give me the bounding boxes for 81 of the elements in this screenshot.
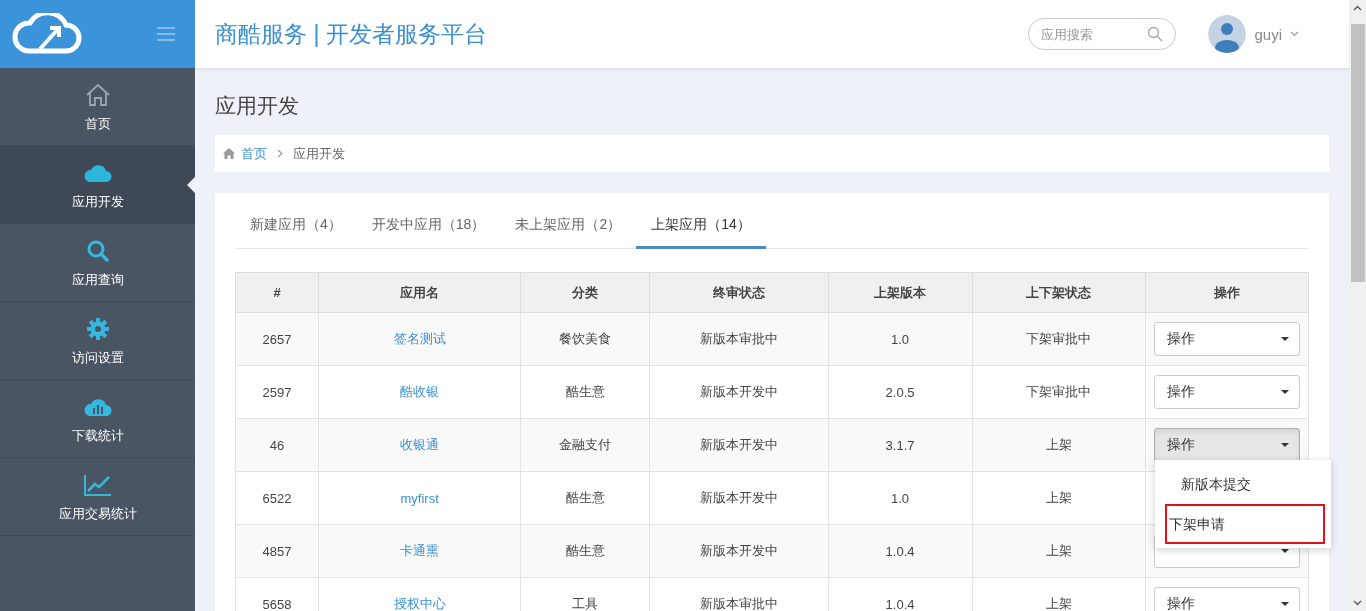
action-dropdown[interactable]: 操作: [1153, 375, 1300, 409]
line-chart-icon: [83, 473, 112, 496]
home-icon: [84, 81, 111, 108]
table-cell: 2.0.5: [828, 365, 973, 419]
chevron-right-icon: [277, 149, 283, 158]
active-pointer: [187, 177, 195, 193]
cloud-chart-icon: [83, 396, 112, 417]
table-cell: 1.0: [828, 471, 973, 525]
column-header: #: [235, 272, 319, 313]
caret-icon: [1280, 443, 1289, 447]
search-icon[interactable]: [1147, 26, 1164, 42]
table-cell: 1.0.4: [828, 524, 973, 578]
column-header: 应用名: [318, 272, 521, 313]
table-cell: 新版本开发中: [649, 471, 828, 525]
table-cell: 2597: [235, 365, 319, 419]
column-header: 上架版本: [828, 272, 973, 313]
sidebar-item[interactable]: 应用查询: [0, 224, 195, 302]
breadcrumb-current: 应用开发: [293, 144, 345, 163]
app-name-link[interactable]: 授权中心: [393, 596, 446, 611]
app-name-link[interactable]: myfirst: [400, 490, 439, 506]
avatar-icon[interactable]: [1208, 15, 1247, 53]
chevron-down-icon[interactable]: [1290, 31, 1299, 37]
table-cell: 下架审批中: [972, 312, 1146, 366]
column-header: 操作: [1145, 272, 1309, 313]
table-cell: 上架: [972, 524, 1146, 578]
table-cell: 新版本审批中: [649, 577, 828, 611]
table-cell: 1.0: [828, 312, 973, 366]
tab[interactable]: 新建应用（4）: [235, 216, 357, 249]
scroll-up-icon[interactable]: [1353, 5, 1362, 11]
table-cell: 46: [235, 418, 319, 472]
breadcrumb-link[interactable]: 首页: [241, 144, 267, 163]
action-dropdown[interactable]: 操作: [1153, 587, 1300, 611]
table-cell: 餐饮美食: [520, 312, 650, 366]
menu-item[interactable]: 下架申请: [1164, 504, 1325, 544]
app-name-link[interactable]: 酷收银: [400, 384, 440, 399]
table-cell: 3.1.7: [828, 418, 973, 472]
scroll-down-icon[interactable]: [1353, 600, 1362, 606]
column-header: 分类: [520, 272, 650, 313]
scrollbar-thumb[interactable]: [1350, 24, 1365, 282]
caret-icon: [1280, 602, 1289, 606]
sidebar-item[interactable]: 下载统计: [0, 380, 195, 458]
action-dropdown[interactable]: 操作: [1153, 322, 1300, 356]
column-header: 上下架状态: [972, 272, 1146, 313]
caret-icon: [1280, 337, 1289, 341]
table-cell: 1.0.4: [828, 577, 973, 611]
table-cell: 上架: [972, 471, 1146, 525]
cloud-logo[interactable]: [10, 13, 83, 55]
cloud-icon: [83, 162, 112, 183]
table-cell: 金融支付: [520, 418, 650, 472]
sidebar-item[interactable]: 访问设置: [0, 302, 195, 380]
action-dropdown[interactable]: 操作: [1153, 428, 1300, 462]
table-cell: 酷生意: [520, 471, 650, 525]
table-cell: 上架: [972, 577, 1146, 611]
tab[interactable]: 开发中应用（18）: [356, 216, 501, 249]
caret-icon: [1280, 390, 1289, 394]
sidebar-item[interactable]: 应用交易统计: [0, 458, 195, 536]
search-field[interactable]: 应用搜索: [1028, 18, 1177, 50]
app-name-link[interactable]: 卡通熏: [400, 543, 440, 558]
home-icon: [223, 148, 235, 159]
sidebar-item[interactable]: 应用开发: [0, 146, 195, 224]
table-cell: 新版本开发中: [649, 418, 828, 472]
table-cell: 酷生意: [520, 365, 650, 419]
table-cell: 6522: [235, 471, 319, 525]
column-header: 终审状态: [649, 272, 828, 313]
page-title: 应用开发: [215, 93, 300, 119]
menu-item[interactable]: 新版本提交: [1164, 464, 1325, 504]
tab[interactable]: 未上架应用（2）: [500, 216, 637, 249]
table-cell: 上架: [972, 418, 1146, 472]
table-cell: 工具: [520, 577, 650, 611]
table-cell: 酷生意: [520, 524, 650, 578]
table-cell: 下架审批中: [972, 365, 1146, 419]
table-cell: 新版本开发中: [649, 365, 828, 419]
table-cell: 新版本审批中: [649, 312, 828, 366]
app-title: 商酷服务 | 开发者服务平台: [215, 19, 488, 49]
table-cell: 2657: [235, 312, 319, 366]
table-cell: 4857: [235, 524, 319, 578]
table-cell: 5658: [235, 577, 319, 611]
search-icon: [85, 238, 110, 263]
user-name[interactable]: guyi: [1254, 25, 1282, 43]
table-cell: 新版本开发中: [649, 524, 828, 578]
tab[interactable]: 上架应用（14）: [636, 216, 766, 249]
